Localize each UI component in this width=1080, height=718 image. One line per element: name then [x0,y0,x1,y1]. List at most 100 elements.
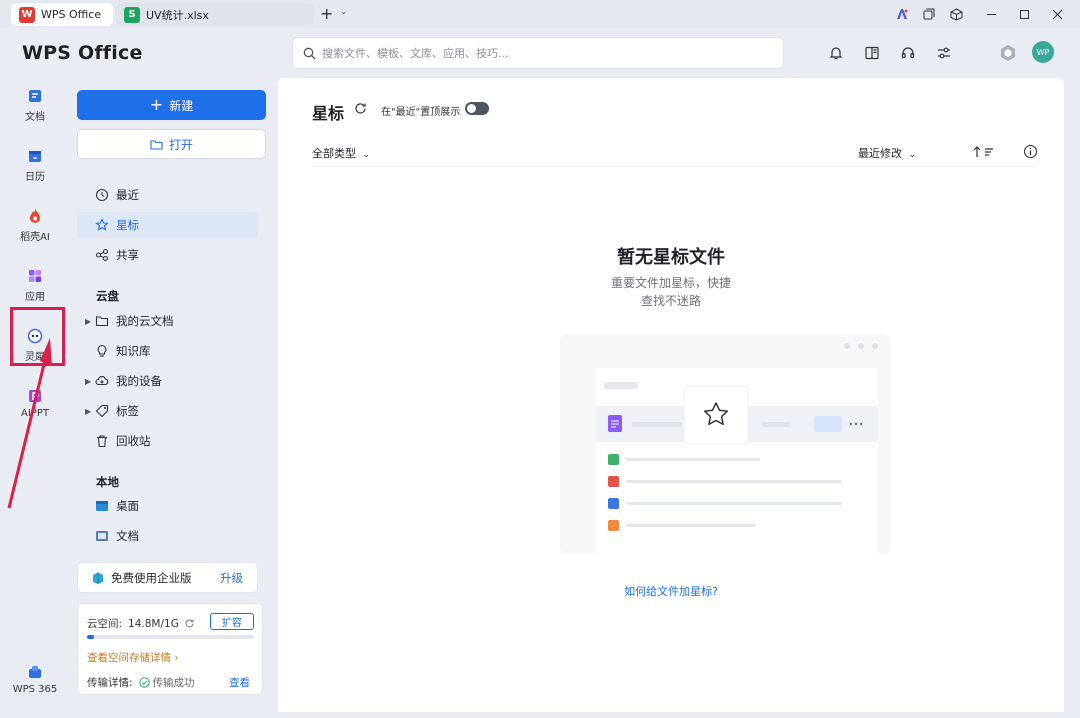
trash-icon [97,435,107,448]
nav-item-recent[interactable]: 最近 [77,182,258,208]
pin-to-recent-label: 在"最近"置顶展示 [381,107,461,118]
wps365-icon [29,666,41,678]
folder-icon [95,316,109,327]
app-title: WPS Office [22,42,143,64]
calendar-icon [29,151,41,162]
nav-item-desktop[interactable]: 桌面 [77,493,258,519]
new-button[interactable]: + 新建 [77,90,266,120]
tab-label: UV统计.xlsx [146,8,209,22]
nav-label: 我的云文档 [116,314,174,328]
rail-item-documents[interactable]: 文档 [6,82,64,132]
spreadsheet-icon: S [124,6,140,23]
storage-value: 14.8M/1G [128,617,179,630]
nav-item-knowledge-base[interactable]: 知识库 [77,338,258,364]
enterprise-upgrade-banner[interactable]: 免费使用企业版 升级 [77,562,258,593]
nav-label: 标签 [116,404,139,418]
upgrade-link[interactable]: 升级 [220,570,243,586]
lightbulb-icon [97,344,107,357]
search-input[interactable] [322,46,762,60]
ai-flame-icon [30,209,40,223]
transfer-status: 传输成功 [138,675,195,690]
tab-uv-xlsx[interactable]: S UV统计.xlsx [116,3,314,26]
hexagon-badge-icon[interactable] [998,43,1018,63]
cloud-device-icon [95,376,109,386]
expand-storage-button[interactable]: 扩容 [210,613,254,630]
share-icon [95,248,109,262]
caret-right-icon[interactable]: ▶ [85,317,91,326]
rail-label: WPS 365 [12,684,58,695]
headset-icon[interactable] [898,43,918,63]
type-filter-dropdown[interactable]: 全部类型 ⌄ [312,145,370,161]
sort-dropdown[interactable]: 最近修改 ⌄ [858,145,916,161]
chevron-down-icon: ⌄ [908,150,917,160]
nav-item-local-documents[interactable]: 文档 [77,523,258,549]
settings-sliders-icon[interactable] [934,43,954,63]
nav-item-my-cloud-docs[interactable]: ▶ 我的云文档 [77,308,258,334]
empty-state-illustration [560,334,890,554]
nav-item-shared[interactable]: 共享 [77,242,258,268]
cube-icon[interactable] [947,5,965,23]
caret-right-icon[interactable]: ▶ [85,377,91,386]
main-panel: 星标 在"最近"置顶展示 全部类型 ⌄ 最近修改 ⌄ 暂无星标文件 重要文件加星… [278,78,1064,712]
clock-icon [95,188,109,202]
enterprise-label: 免费使用企业版 [111,570,192,585]
rail-label: 文档 [25,112,45,123]
view-transfer-link[interactable]: 查看 [229,675,250,690]
desktop-icon [96,501,108,511]
ai-assistant-icon[interactable] [893,5,911,23]
type-filter-label: 全部类型 [312,147,356,160]
nav-item-starred[interactable]: 星标 [77,212,258,238]
chevron-down-icon: ⌄ [362,150,371,160]
nav-panel: + 新建 打开 最近 星标 共享 云盘 ▶ 我的云文档 知识库 ▶ 我的设备 ▶… [68,78,278,714]
chevron-down-icon[interactable]: ⌄ [340,7,348,17]
close-button[interactable] [1048,5,1066,23]
cloud-storage-panel: 云空间: 14.8M/1G 扩容 查看空间存储详情 › 传输详情: 传输成功 查… [77,603,263,695]
app-header: WPS Office WP [0,28,1080,78]
header-divider [312,166,1036,167]
rail-label: 应用 [25,292,45,303]
nav-label: 共享 [116,248,139,262]
nav-label: 知识库 [116,344,151,358]
folder-open-icon [150,139,163,150]
storage-details-link[interactable]: 查看空间存储详情 › [87,650,179,665]
transfer-label: 传输详情: [87,677,133,689]
section-cloud: 云盘 [96,289,119,303]
bell-icon[interactable] [826,43,846,63]
tab-wps-office[interactable]: W WPS Office [11,3,113,26]
pin-to-recent-toggle[interactable] [465,102,489,115]
transfer-row: 传输详情: 传输成功 [87,675,195,690]
avatar[interactable]: WP [1032,41,1054,63]
empty-state-line-2: 查找不迷路 [640,294,701,308]
nav-item-recycle-bin[interactable]: 回收站 [77,428,258,454]
caret-right-icon[interactable]: ▶ [85,407,91,416]
minimize-button[interactable] [982,5,1000,23]
section-local: 本地 [96,475,119,489]
empty-state-title: 暂无星标文件 [617,247,725,268]
how-to-star-link[interactable]: 如何给文件加星标? [278,583,1064,599]
info-icon[interactable] [1023,144,1038,159]
sort-order-icon[interactable] [972,144,998,160]
rail-item-calendar[interactable]: 日历 [6,142,64,192]
search-icon [303,47,316,59]
restore-window-icon[interactable] [920,5,938,23]
layout-panel-icon[interactable] [862,43,882,63]
rail-item-apps[interactable]: 应用 [6,262,64,312]
tag-icon [95,404,109,418]
document-icon [29,90,41,102]
nav-item-tags[interactable]: ▶ 标签 [77,398,258,424]
plus-icon: + [149,95,164,114]
refresh-icon[interactable] [354,102,367,115]
nav-label: 星标 [116,218,139,232]
maximize-button[interactable] [1015,5,1033,23]
new-button-label: 新建 [169,98,194,113]
rail-item-ai[interactable]: 稻壳AI [6,202,64,252]
new-tab-button[interactable]: + [320,4,333,23]
search-box[interactable] [292,37,784,69]
transfer-status-text: 传输成功 [152,677,195,689]
nav-item-my-devices[interactable]: ▶ 我的设备 [77,368,258,394]
star-icon [95,218,109,231]
refresh-icon[interactable] [184,618,195,629]
empty-state-line-1: 重要文件加星标，快捷 [610,276,731,290]
rail-item-wps365[interactable]: WPS 365 [6,658,64,708]
open-button[interactable]: 打开 [77,129,266,159]
